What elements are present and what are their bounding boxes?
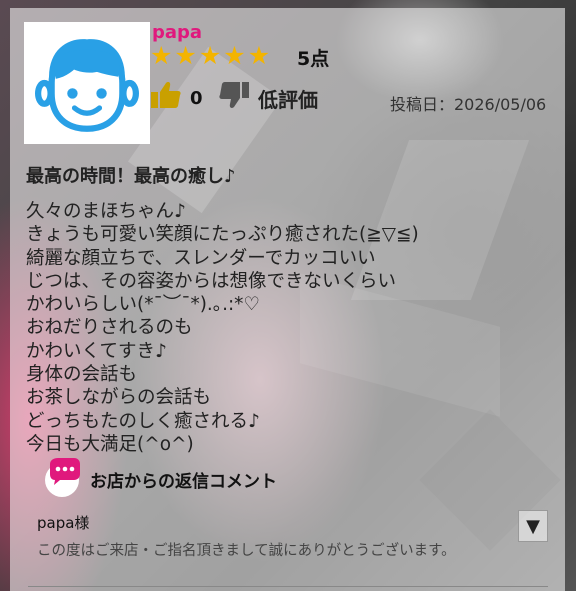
reply-badge — [42, 458, 82, 502]
thumbs-down-icon — [219, 82, 249, 108]
dislike-label: 低評価 — [258, 88, 318, 112]
review-title: 最高の時間！最高の癒し♪ — [26, 166, 236, 187]
reviewer-name: papa — [152, 22, 203, 43]
reply-recipient: papa様 — [37, 514, 90, 532]
thumbs-up-icon — [151, 82, 181, 108]
star-icon: ★ — [174, 41, 197, 70]
dislike-button[interactable] — [218, 80, 250, 114]
expand-reply-button[interactable]: ▼ — [518, 510, 548, 542]
star-icon: ★ — [223, 41, 246, 70]
avatar — [24, 22, 150, 144]
divider — [28, 586, 548, 587]
speech-bubble-icon — [45, 458, 80, 497]
boy-face-avatar-icon — [35, 39, 139, 132]
review-body: 久々のまほちゃん♪ きょうも可愛い笑顔にたっぷり癒された(≧▽≦) 綺麗な顔立ち… — [26, 201, 419, 455]
reply-text: この度はご来店・ご指名頂きまして誠にありがとうございます。 — [37, 543, 456, 559]
like-button[interactable] — [150, 80, 182, 114]
chevron-down-icon: ▼ — [526, 515, 540, 537]
rating-score: 5点 — [297, 48, 330, 70]
star-icon: ★ — [247, 41, 271, 70]
star-icon: ★ — [198, 41, 222, 70]
like-count: 0 — [190, 88, 203, 109]
star-icon: ★ — [150, 41, 173, 70]
post-date: 投稿日：2026/05/06 — [390, 95, 547, 114]
reply-heading: お店からの返信コメント — [90, 472, 277, 492]
rating-stars: ★ ★ ★ ★ ★ — [150, 43, 270, 68]
